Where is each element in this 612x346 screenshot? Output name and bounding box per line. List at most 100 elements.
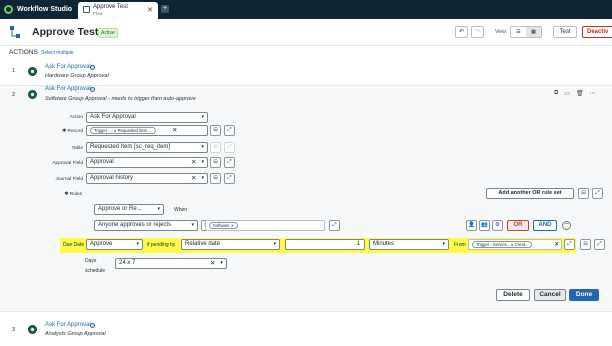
data-pill-picker-button[interactable]: ⊟ xyxy=(578,188,589,199)
action-title[interactable]: Ask For Approval xyxy=(45,64,91,70)
more-icon[interactable]: ⋯ xyxy=(590,90,596,98)
chevron-down-icon: ▾ xyxy=(201,144,204,150)
data-pill-picker-button[interactable]: ⊟ xyxy=(210,125,221,136)
rule-condition-select[interactable]: Anyone approves or rejects ▾ xyxy=(94,220,198,231)
approval-field-label: Approval Field xyxy=(52,161,83,166)
pill-text: Software xyxy=(213,223,230,228)
comment-icon[interactable]: ▭ xyxy=(564,90,570,98)
page-header: Approve Test Active ↶ ↷ View: ☰ ▦ Test D… xyxy=(0,19,612,46)
data-pill[interactable]: Trigger - Service... ▸ Creat... xyxy=(472,241,533,248)
view-label: View: xyxy=(495,29,508,35)
expand-button[interactable]: ⤢ xyxy=(224,142,235,153)
clear-icon[interactable]: ✕ xyxy=(554,240,559,249)
clear-icon[interactable]: ✕ xyxy=(210,259,215,268)
chevron-down-icon: ▾ xyxy=(442,241,445,247)
test-button[interactable]: Test xyxy=(553,26,577,38)
due-date-label: Due Date xyxy=(63,242,85,248)
deactivate-button[interactable]: Deactiv xyxy=(582,26,612,38)
approver-group-field[interactable]: Software ✕ xyxy=(205,220,325,231)
pill-text: Trigger -... xyxy=(94,128,114,133)
relative-date-select[interactable]: Relative date ▾ xyxy=(181,239,280,250)
journal-field-select[interactable]: Approval history ✕ ▾ xyxy=(86,173,208,184)
action-number: 3 xyxy=(12,327,16,333)
approval-action-icon xyxy=(28,90,37,99)
group-pill[interactable]: Software ✕ xyxy=(209,222,239,229)
list-view-icon[interactable]: ☰ xyxy=(511,27,526,37)
action-title[interactable]: Ask For Approval xyxy=(45,86,91,92)
journal-field-value: Approval history xyxy=(90,175,134,181)
tab-approve-test[interactable]: Approve Test Flow ✕ xyxy=(78,2,158,19)
new-tab-button[interactable]: + xyxy=(161,5,169,13)
table-select-value: Requested Item [sc_req_item] xyxy=(90,144,171,150)
from-data-pill-field[interactable]: Trigger - Service... ▸ Creat... ✕ xyxy=(468,239,562,250)
rule-set-icon[interactable]: ⚙ xyxy=(492,220,503,231)
add-or-rule-set-button[interactable]: Add another OR rule set xyxy=(486,188,574,199)
expand-button[interactable]: ⤢ xyxy=(224,157,235,168)
days-label: Days xyxy=(85,258,97,264)
and-button[interactable]: AND xyxy=(533,220,557,231)
app-brand[interactable]: Workflow Studio xyxy=(4,4,72,15)
duration-unit-select[interactable]: Minutes ▾ xyxy=(369,239,449,250)
expand-button[interactable]: ⤢ xyxy=(592,188,603,199)
cancel-button[interactable]: Cancel xyxy=(534,289,566,301)
or-button[interactable]: OR xyxy=(507,220,529,231)
redo-button[interactable]: ↷ xyxy=(471,26,484,38)
delete-icon[interactable]: 🗑 xyxy=(576,90,584,98)
expand-button[interactable]: ⤢ xyxy=(224,125,235,136)
chevron-down-icon: ▾ xyxy=(201,175,204,181)
rules-label-text: Rules xyxy=(69,192,82,197)
help-icon[interactable]: ? xyxy=(90,87,95,92)
select-multiple-link[interactable]: Select multiple xyxy=(41,50,74,56)
clear-icon[interactable]: ✕ xyxy=(191,158,196,167)
duration-unit-value: Minutes xyxy=(373,241,395,247)
expand-button[interactable]: ⤢ xyxy=(594,239,605,250)
journal-field-label: Journal Field xyxy=(55,177,83,182)
action-title[interactable]: Ask For Approval xyxy=(45,322,91,328)
copy-icon[interactable]: ⧉ xyxy=(554,90,558,98)
data-pill-picker-button[interactable]: ⊟ xyxy=(210,142,221,153)
data-pill-picker-button[interactable]: ⊟ xyxy=(580,239,591,250)
rule-action-select[interactable]: Approve or Re... ▾ xyxy=(94,204,164,215)
data-pill-picker-button[interactable]: ⊟ xyxy=(210,173,221,184)
clear-icon[interactable]: ✕ xyxy=(172,126,177,135)
action-number: 2 xyxy=(12,92,16,98)
pill-text: Creat... xyxy=(514,242,529,247)
duration-input[interactable]: 1 xyxy=(285,239,365,250)
rules-label: ✱ Rules xyxy=(64,192,82,197)
group-icon[interactable]: 👥 xyxy=(479,220,490,231)
chevron-down-icon: ▾ xyxy=(136,241,139,247)
clear-icon[interactable]: ✕ xyxy=(191,174,196,183)
chevron-down-icon: ▾ xyxy=(201,114,204,120)
action-annotation: Software Group Approval - needs to trigg… xyxy=(45,96,196,102)
schedule-select[interactable]: 24 x 7 ✕ ▾ xyxy=(115,258,227,269)
expand-button[interactable]: ⤢ xyxy=(564,239,575,250)
due-date-action-select[interactable]: Approve ▾ xyxy=(86,239,143,250)
diagram-view-icon[interactable]: ▦ xyxy=(526,27,541,37)
expand-button[interactable]: ⤢ xyxy=(329,220,340,231)
approval-field-value: Approval xyxy=(90,159,114,165)
record-data-pill-field[interactable]: Trigger -... ▸ Requested Item ... ✕ xyxy=(86,125,208,136)
delete-button[interactable]: Delete xyxy=(496,289,530,301)
data-pill-picker-button[interactable]: ⊟ xyxy=(210,157,221,168)
action-field-label: Action xyxy=(69,115,83,120)
view-toggle[interactable]: ☰ ▦ xyxy=(510,26,542,38)
approval-field-select[interactable]: Approval ✕ ▾ xyxy=(86,157,208,168)
undo-button[interactable]: ↶ xyxy=(455,26,468,38)
chevron-down-icon: ▾ xyxy=(273,241,276,247)
record-field-label: ✱ Record xyxy=(62,129,83,134)
help-icon[interactable]: ? xyxy=(90,323,95,328)
table-select[interactable]: Requested Item [sc_req_item] ▾ xyxy=(86,142,208,153)
done-button[interactable]: Done xyxy=(569,289,599,301)
action-annotation: Hardware Group Approval xyxy=(45,73,109,79)
actions-heading: ACTIONS xyxy=(9,49,38,56)
help-icon[interactable]: ? xyxy=(90,65,95,70)
tab-title: Approve Test xyxy=(93,4,128,10)
close-icon[interactable]: ✕ xyxy=(147,6,153,14)
action-select[interactable]: Ask For Approval ▾ xyxy=(86,112,208,123)
rule-condition-value: Anyone approves or rejects xyxy=(98,222,172,228)
person-icon[interactable]: 👤 xyxy=(466,220,477,231)
expand-button[interactable]: ⤢ xyxy=(224,173,235,184)
chevron-down-icon: ▾ xyxy=(201,159,204,165)
data-pill[interactable]: Trigger -... ▸ Requested Item ... xyxy=(90,127,156,134)
remove-rule-icon[interactable]: − xyxy=(562,221,571,230)
